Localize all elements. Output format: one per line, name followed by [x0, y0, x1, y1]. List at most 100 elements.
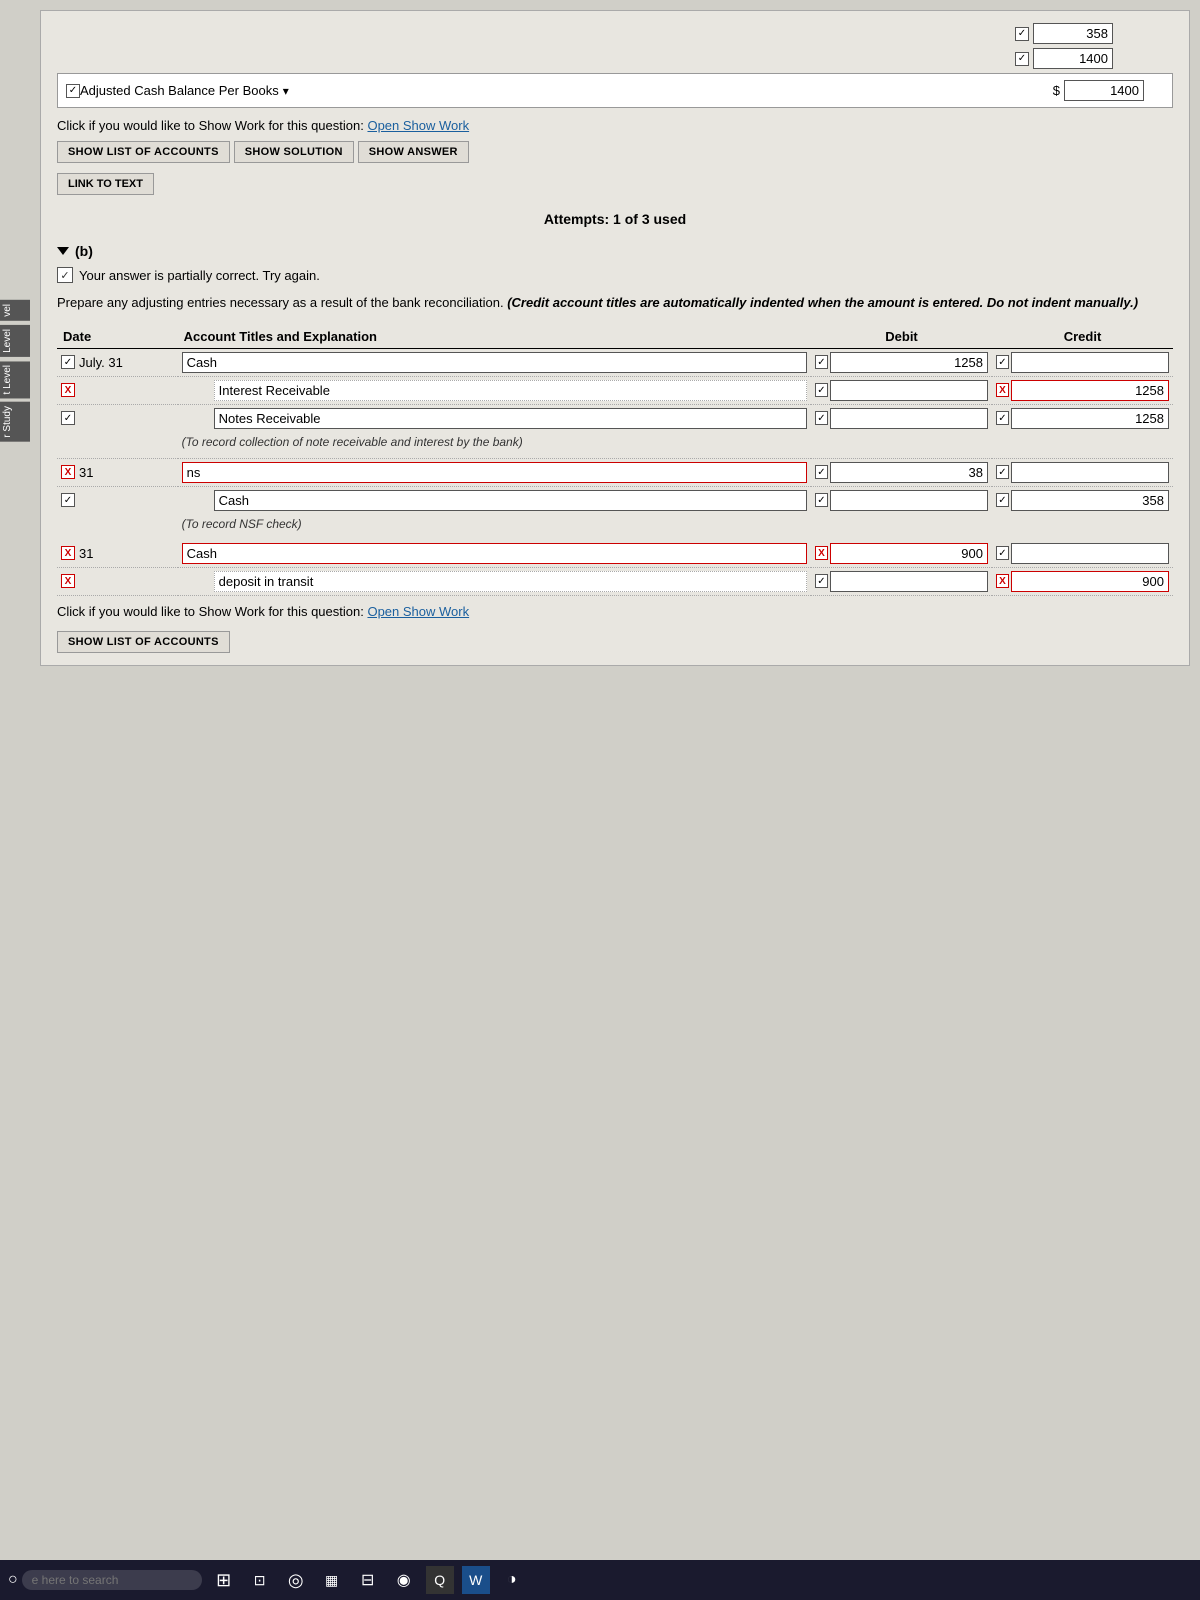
entry1-row3-credit-marker: ✓: [996, 411, 1009, 425]
entry2-x-marker: X: [61, 465, 75, 479]
entry2-row2-debit-input[interactable]: [830, 490, 988, 511]
taskbar-search[interactable]: ○: [8, 1570, 202, 1590]
table-row: ✓ ✓: [57, 404, 1173, 432]
entry3-row2-credit-x: X: [996, 574, 1009, 588]
entry3-row2-debit-marker: ✓: [815, 574, 828, 588]
bottom-show-work-label: Click if you would like to Show Work for…: [57, 604, 364, 619]
entry1-notes-input[interactable]: [214, 408, 807, 429]
entry1-credit-input[interactable]: [1011, 352, 1169, 373]
show-work-label: Click if you would like to Show Work for…: [57, 118, 364, 133]
entry3-account-cell: [178, 540, 811, 568]
entry1-row2-debit-input[interactable]: [830, 380, 988, 401]
entry3-date: 31: [79, 546, 93, 561]
attempts-line: Attempts: 1 of 3 used: [57, 211, 1173, 227]
entry2-memo: (To record NSF check): [178, 514, 1173, 534]
entry3-row2-x: X: [61, 574, 75, 588]
bottom-show-list-button[interactable]: SHOW LIST OF ACCOUNTS: [57, 631, 230, 653]
link-to-text-button[interactable]: LINK TO TEXT: [57, 173, 154, 195]
taskbar-icon-3[interactable]: ◎: [282, 1566, 310, 1594]
entry2-row2-debit-marker: ✓: [815, 493, 828, 507]
show-solution-button[interactable]: SHOW SOLUTION: [234, 141, 354, 163]
entry1-account-input[interactable]: [182, 352, 807, 373]
entry2-date: 31: [79, 465, 93, 480]
entry1-row2-x-marker: X: [61, 383, 75, 397]
entry3-row2-account-cell: [178, 567, 811, 595]
entry1-debit-input[interactable]: [830, 352, 988, 373]
entry1-interest-input[interactable]: [214, 380, 807, 401]
th-date: Date: [57, 325, 178, 349]
entry1-row2-credit-input[interactable]: [1011, 380, 1169, 401]
taskbar-icon-4[interactable]: ▦: [318, 1566, 346, 1594]
sidebar-item-level[interactable]: Level: [0, 325, 30, 357]
entry3-debit-x: X: [815, 546, 828, 560]
entry1-row3-debit-input[interactable]: [830, 408, 988, 429]
taskbar-icon-5[interactable]: ⊟: [354, 1566, 382, 1594]
page-wrapper: vel Level t Level r Study ✓ ✓ ✓: [0, 0, 1200, 1600]
entry3-deposit-input[interactable]: [214, 571, 807, 592]
entry1-row3-credit-cell: ✓: [992, 404, 1173, 432]
link-to-text-row: LINK TO TEXT: [57, 169, 1173, 195]
entry3-cash-input[interactable]: [182, 543, 807, 564]
dollar-sign: $: [1053, 83, 1060, 98]
table-row: ✓ July. 31 ✓: [57, 348, 1173, 376]
entry1-date: July. 31: [79, 355, 123, 370]
bottom-open-show-work-link[interactable]: Open Show Work: [367, 604, 469, 619]
show-answer-button[interactable]: SHOW ANSWER: [358, 141, 469, 163]
entry1-credit-cell: ✓: [992, 348, 1173, 376]
taskbar-icon-last[interactable]: ◑: [498, 1566, 526, 1594]
entry2-row2-account-cell: [178, 486, 811, 514]
entry1-row2-debit-marker: ✓: [815, 383, 828, 397]
entry1-row2-credit-x: X: [996, 383, 1009, 397]
entry1-row2-date: X: [57, 376, 178, 404]
search-input[interactable]: [22, 1570, 202, 1590]
entry2-credit-input[interactable]: [1011, 462, 1169, 483]
sidebar-item-vel[interactable]: vel: [0, 300, 30, 321]
entry3-credit-input[interactable]: [1011, 543, 1169, 564]
buttons-row: SHOW LIST OF ACCOUNTS SHOW SOLUTION SHOW…: [57, 141, 1173, 163]
entry1-row2-credit-cell: X: [992, 376, 1173, 404]
entry2-debit-cell: ✓: [811, 458, 992, 486]
sidebar-item-study[interactable]: r Study: [0, 402, 30, 442]
entry2-debit-marker: ✓: [815, 465, 828, 479]
entry3-row2-date: X: [57, 567, 178, 595]
entry2-account-input[interactable]: [182, 462, 807, 483]
entry3-row2-debit-input[interactable]: [830, 571, 988, 592]
table-row: X 31 ✓: [57, 458, 1173, 486]
main-content: ✓ ✓ ✓ Adjusted Cash Balance Per Books ▾ …: [40, 10, 1190, 666]
entry2-row2-credit-input[interactable]: [1011, 490, 1169, 511]
value-input-358[interactable]: [1033, 23, 1113, 44]
section-b-label: (b): [75, 243, 93, 259]
taskbar-icon-6[interactable]: ◉: [390, 1566, 418, 1594]
show-list-button[interactable]: SHOW LIST OF ACCOUNTS: [57, 141, 230, 163]
dropdown-label: Adjusted Cash Balance Per Books: [80, 83, 279, 98]
section-b-header[interactable]: (b): [57, 243, 1173, 259]
entry1-memo: (To record collection of note receivable…: [178, 432, 1173, 452]
taskbar-icon-2[interactable]: ⊡: [246, 1566, 274, 1594]
value-input-1400[interactable]: [1033, 48, 1113, 69]
entry3-row1-date-cell: X 31: [57, 540, 178, 568]
entry1-debit-cell: ✓: [811, 348, 992, 376]
taskbar-icon-q[interactable]: Q: [426, 1566, 454, 1594]
checkbox-checked: ✓: [66, 84, 80, 98]
entry2-row2-date: ✓: [57, 486, 178, 514]
th-account: Account Titles and Explanation: [178, 325, 811, 349]
balance-input[interactable]: [1064, 80, 1144, 101]
entry2-row2-credit-cell: ✓: [992, 486, 1173, 514]
memo-row: (To record collection of note receivable…: [57, 432, 1173, 452]
taskbar-icon-1[interactable]: ⊞: [210, 1566, 238, 1594]
entry2-cash-input[interactable]: [214, 490, 807, 511]
taskbar-icon-w[interactable]: W: [462, 1566, 490, 1594]
entry1-row3-check: ✓: [61, 411, 75, 425]
entry1-account-cell: [178, 348, 811, 376]
entry3-row2-credit-input[interactable]: [1011, 571, 1169, 592]
open-show-work-link[interactable]: Open Show Work: [367, 118, 469, 133]
dropdown-arrow[interactable]: ▾: [283, 84, 289, 98]
table-row: X ✓: [57, 376, 1173, 404]
collapse-icon[interactable]: [57, 247, 69, 255]
check-marker-top1: ✓: [1015, 27, 1029, 41]
entry2-debit-input[interactable]: [830, 462, 988, 483]
table-row: ✓ ✓: [57, 486, 1173, 514]
entry1-row3-credit-input[interactable]: [1011, 408, 1169, 429]
entry3-debit-input[interactable]: [830, 543, 988, 564]
sidebar-item-tlevel[interactable]: t Level: [0, 361, 30, 398]
